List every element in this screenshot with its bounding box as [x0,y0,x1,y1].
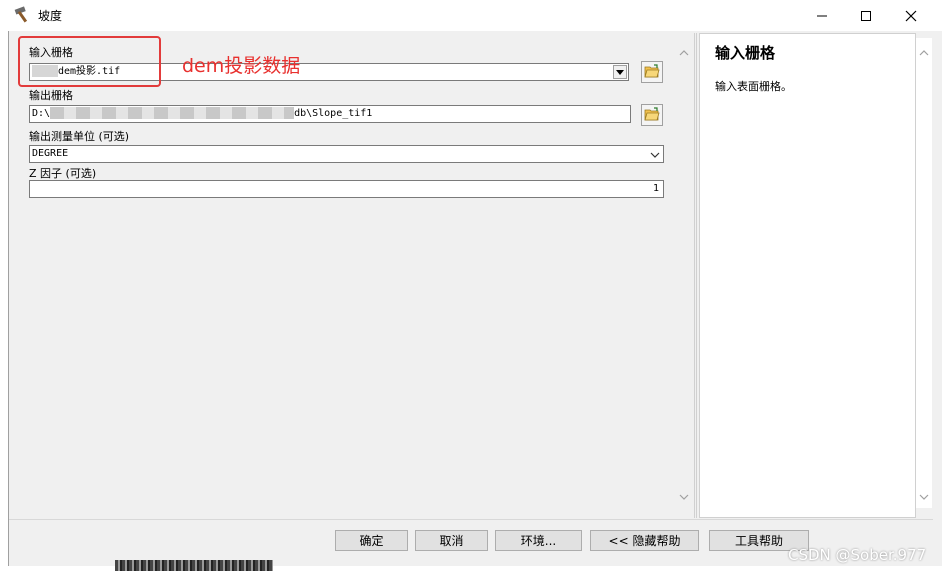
maximize-button[interactable] [843,0,889,31]
output-raster-value-suffix: db\Slope_tif1 [294,108,373,119]
input-raster-highlight [18,36,161,87]
output-raster-browse-button[interactable] [641,104,663,126]
chevron-up-icon[interactable] [679,48,689,58]
chevron-up-icon[interactable] [919,48,929,58]
cancel-button[interactable]: 取消 [415,530,488,551]
help-scrollbar[interactable] [916,38,932,508]
ok-button[interactable]: 确定 [335,530,408,551]
watermark: CSDN @Sober.977 [788,546,927,564]
parameters-scrollbar[interactable] [676,38,692,508]
z-factor-input[interactable]: 1 [29,180,664,198]
z-factor-label: Z 因子 (可选) [29,167,97,180]
blurred-path [50,107,295,119]
input-raster-browse-button[interactable] [641,61,663,83]
output-raster-label: 输出栅格 [29,89,73,102]
window-title: 坡度 [38,9,63,23]
output-measurement-select[interactable]: DEGREE [29,145,664,163]
hammer-icon [13,5,33,25]
output-raster-value-prefix: D:\ [32,108,51,119]
dropdown-arrow-icon[interactable] [613,65,627,79]
output-raster-field[interactable]: D:\ db\Slope_tif1 [29,105,631,123]
help-title: 输入栅格 [715,44,776,62]
help-description: 输入表面栅格。 [715,80,792,93]
background-image-strip [115,560,273,571]
minimize-button[interactable] [799,0,845,31]
open-folder-icon [644,63,660,81]
pane-splitter[interactable] [694,33,697,518]
chevron-down-icon [650,149,660,162]
help-pane: 输入栅格 输入表面栅格。 [699,33,916,518]
environments-button[interactable]: 环境... [495,530,582,551]
chevron-down-icon[interactable] [679,492,689,502]
chevron-down-icon[interactable] [919,492,929,502]
output-measurement-label: 输出测量单位 (可选) [29,130,130,143]
title-bar: 坡度 [0,0,942,31]
annotation-label: dem投影数据 [182,55,301,77]
close-button[interactable] [888,0,934,31]
output-measurement-value: DEGREE [32,148,69,159]
z-factor-value: 1 [652,183,659,194]
open-folder-icon [644,106,660,124]
hide-help-button[interactable]: << 隐藏帮助 [590,530,699,551]
